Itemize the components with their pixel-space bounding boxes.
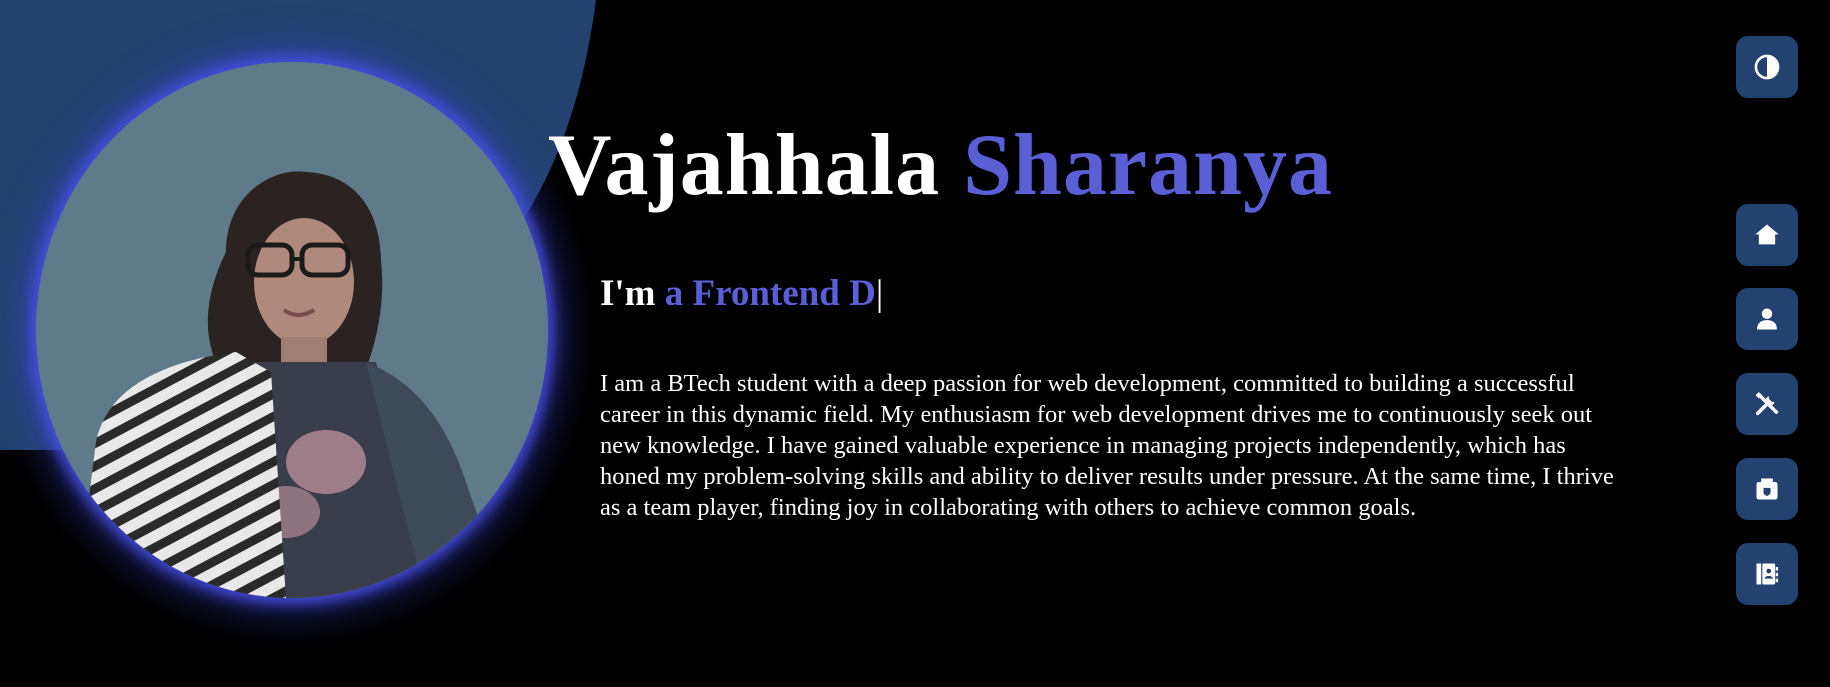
briefcase-icon	[1756, 478, 1778, 500]
nav-contact-button[interactable]	[1736, 543, 1798, 605]
typing-cursor: |	[875, 273, 884, 314]
user-icon	[1757, 308, 1777, 330]
nav-home-button[interactable]	[1736, 204, 1798, 266]
tools-icon	[1755, 391, 1779, 416]
hero-last-name: Sharanya	[963, 117, 1333, 214]
hero-role-typing: I'm a Frontend D|	[600, 272, 883, 316]
contrast-icon	[1754, 54, 1780, 80]
contact-book-icon	[1756, 563, 1779, 585]
nav-about-button[interactable]	[1736, 288, 1798, 350]
nav-projects-button[interactable]	[1736, 458, 1798, 520]
hero-name: Vajahhala Sharanya	[548, 117, 1333, 215]
profile-photo	[36, 62, 548, 598]
hero-bio: I am a BTech student with a deep passion…	[600, 370, 1614, 521]
hero-first-name: Vajahhala	[548, 117, 941, 214]
portfolio-page: Vajahhala Sharanya I'm a Frontend D| I a…	[0, 0, 1830, 687]
nav-skills-button[interactable]	[1736, 373, 1798, 435]
typing-text: a Frontend D	[664, 273, 876, 314]
home-icon	[1755, 224, 1779, 245]
typing-prefix: I'm	[600, 273, 656, 314]
profile-photo-image	[36, 62, 548, 598]
theme-toggle-button[interactable]	[1736, 36, 1798, 98]
